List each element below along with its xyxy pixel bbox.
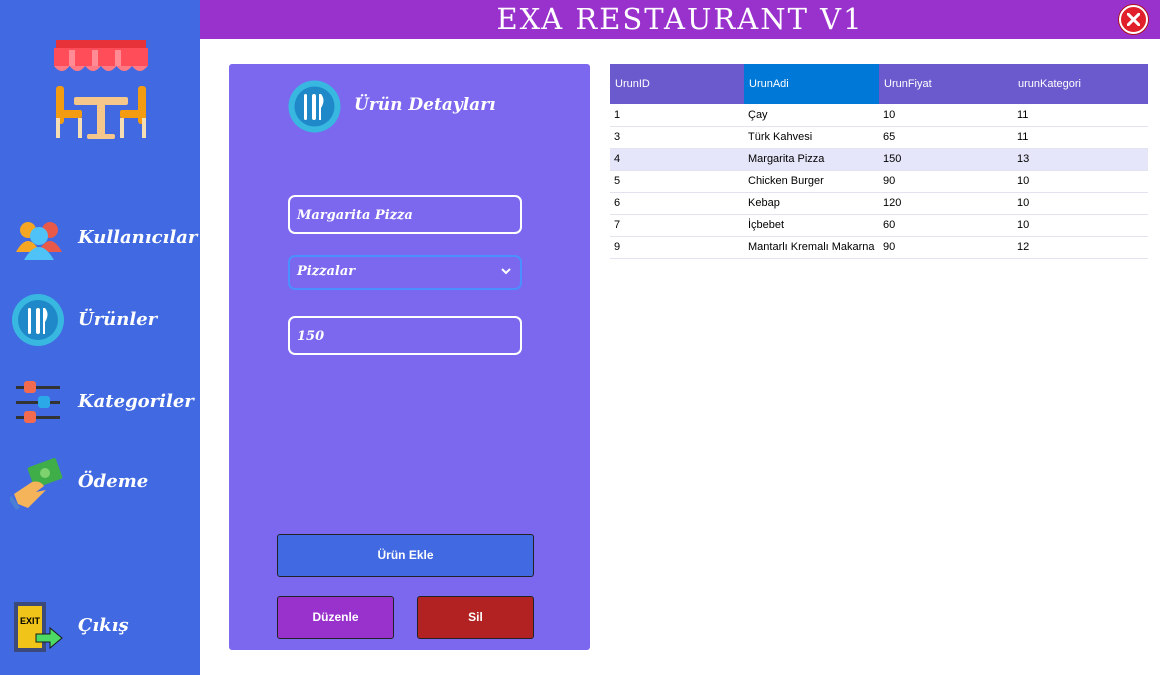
sidebar-item-label: Çıkış [78, 615, 129, 636]
product-name-field[interactable]: Margarita Pizza [288, 195, 522, 234]
panel-title: Ürün Detayları [354, 95, 496, 115]
cell-id: 5 [610, 170, 744, 193]
grid-header-row: UrunID UrunAdi UrunFiyat urunKategori [610, 64, 1148, 104]
table-row[interactable]: 7 İçbebet 60 10 [610, 214, 1148, 237]
column-header-urunadi[interactable]: UrunAdi [744, 64, 879, 104]
cell-id: 9 [610, 236, 744, 259]
chevron-down-icon [501, 268, 511, 275]
cell-price: 90 [879, 170, 1013, 193]
cell-category: 10 [1013, 192, 1148, 215]
cell-name: Çay [744, 104, 879, 127]
cell-price: 10 [879, 104, 1013, 127]
cell-name: Chicken Burger [744, 170, 879, 193]
sidebar-item-users[interactable]: Kullanıcılar [10, 212, 198, 268]
cell-category: 11 [1013, 126, 1148, 149]
sidebar-item-label: Kategoriler [78, 391, 194, 412]
sidebar-item-exit[interactable]: EXIT Çıkış [10, 600, 195, 656]
edit-button[interactable]: Düzenle [277, 596, 394, 639]
sidebar-item-label: Ürünler [78, 309, 158, 330]
column-header-urunid[interactable]: UrunID [610, 64, 744, 104]
table-row[interactable]: 6 Kebap 120 10 [610, 192, 1148, 215]
table-row[interactable]: 9 Mantarlı Kremalı Makarna 90 12 [610, 236, 1148, 259]
cutlery-icon [288, 80, 341, 133]
table-row[interactable]: 1 Çay 10 11 [610, 104, 1148, 127]
cutlery-icon [10, 294, 66, 350]
products-grid[interactable]: UrunID UrunAdi UrunFiyat urunKategori 1 … [610, 64, 1148, 259]
sliders-icon [10, 376, 66, 432]
cell-category: 10 [1013, 170, 1148, 193]
cell-price: 60 [879, 214, 1013, 237]
cell-name: Margarita Pizza [744, 148, 879, 171]
delete-button[interactable]: Sil [417, 596, 534, 639]
close-icon [1127, 13, 1140, 26]
column-header-urunfiyat[interactable]: UrunFiyat [879, 64, 1013, 104]
cell-price: 120 [879, 192, 1013, 215]
column-header-urunkategori[interactable]: urunKategori [1013, 64, 1148, 104]
category-select-value: Pizzalar [297, 264, 356, 279]
title-bar: EXA RESTAURANT V1 [200, 0, 1160, 39]
cell-name: İçbebet [744, 214, 879, 237]
cell-category: 10 [1013, 214, 1148, 237]
table-row[interactable]: 5 Chicken Burger 90 10 [610, 170, 1148, 193]
restaurant-logo-icon [52, 40, 150, 140]
close-button[interactable] [1119, 5, 1148, 34]
payment-icon [8, 456, 66, 512]
sidebar-item-payment[interactable]: Ödeme [8, 456, 195, 512]
cell-name: Mantarlı Kremalı Makarna [744, 236, 879, 259]
sidebar-item-products[interactable]: Ürünler [10, 294, 195, 350]
cell-price: 150 [879, 148, 1013, 171]
cell-name: Türk Kahvesi [744, 126, 879, 149]
cell-price: 65 [879, 126, 1013, 149]
users-icon [10, 212, 66, 268]
cell-id: 1 [610, 104, 744, 127]
exit-icon: EXIT [10, 600, 66, 656]
cell-price: 90 [879, 236, 1013, 259]
app-title: EXA RESTAURANT V1 [496, 2, 864, 36]
cell-category: 13 [1013, 148, 1148, 171]
sidebar-item-label: Kullanıcılar [78, 227, 198, 248]
cell-id: 3 [610, 126, 744, 149]
product-details-panel: Ürün Detayları Margarita Pizza Pizzalar … [229, 64, 590, 650]
sidebar-item-label: Ödeme [78, 471, 149, 492]
category-select[interactable]: Pizzalar [288, 255, 522, 290]
cell-category: 12 [1013, 236, 1148, 259]
cell-id: 4 [610, 148, 744, 171]
cell-id: 6 [610, 192, 744, 215]
sidebar-item-categories[interactable]: Kategoriler [10, 376, 195, 432]
cell-id: 7 [610, 214, 744, 237]
table-row[interactable]: 3 Türk Kahvesi 65 11 [610, 126, 1148, 149]
add-product-button[interactable]: Ürün Ekle [277, 534, 534, 577]
svg-text:EXIT: EXIT [20, 616, 41, 626]
cell-name: Kebap [744, 192, 879, 215]
sidebar: Kullanıcılar Ürünler Kategoriler Ödeme E… [0, 0, 200, 675]
table-row-selected[interactable]: 4 Margarita Pizza 150 13 [610, 148, 1148, 171]
price-field[interactable]: 150 [288, 316, 522, 355]
cell-category: 11 [1013, 104, 1148, 127]
